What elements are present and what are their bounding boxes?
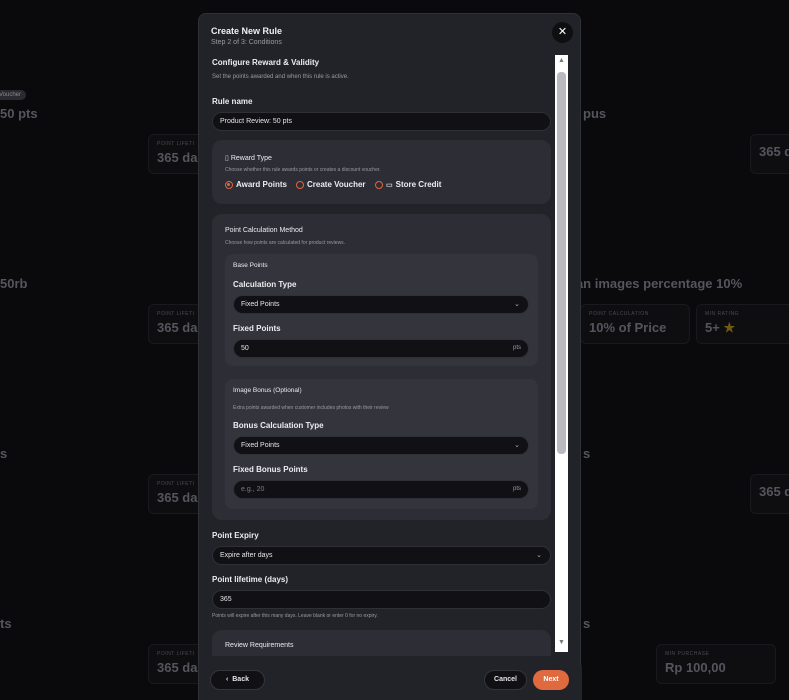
rule-name-label: Rule name [212,97,253,106]
image-bonus-panel: Image Bonus (Optional) Extra points awar… [225,379,538,509]
fixed-points-label: Fixed Points [233,324,281,333]
points-unit: pts [512,345,521,351]
fixed-points-input[interactable]: 50 pts [233,339,529,358]
section-description: Set the points awarded and when this rul… [212,74,349,80]
scroll-down-icon[interactable]: ▼ [555,639,568,646]
reward-type-description: Choose whether this rule awards points o… [225,167,381,173]
background-card: MIN PURCHASE Rp 100,00 [656,644,776,684]
back-button[interactable]: ‹ Back [210,670,265,690]
point-lifetime-input[interactable]: 365 [212,590,551,609]
point-lifetime-label: Point lifetime (days) [212,575,289,584]
scrollbar[interactable]: ▲ ▼ [555,55,568,652]
radio-award-points[interactable]: Award Points [225,180,287,189]
background-title: 50rb [0,276,28,291]
background-title: s [583,616,591,631]
radio-store-credit[interactable]: ▭ Store Credit [375,180,441,189]
fixed-bonus-points-label: Fixed Bonus Points [233,465,308,474]
fixed-bonus-points-input[interactable]: e.g., 20 pts [233,480,529,499]
review-requirements-panel: Review Requirements [212,630,551,656]
scrollbar-thumb[interactable] [557,72,566,454]
calculation-type-label: Calculation Type [233,280,297,289]
bonus-calculation-type-label: Bonus Calculation Type [233,421,324,430]
rule-name-input[interactable]: Product Review: 50 pts [212,112,551,131]
point-expiry-label: Point Expiry [212,531,259,540]
base-points-title: Base Points [233,262,268,269]
reward-type-title: Reward Type [230,155,272,162]
background-title: 50 pts [0,106,38,121]
point-calculation-description: Choose how points are calculated for pro… [225,240,346,246]
chevron-down-icon: ⌄ [514,301,520,308]
close-button[interactable]: ✕ [552,22,573,43]
review-requirements-title: Review Requirements [225,642,294,649]
reward-type-panel: ▯ Reward Type Choose whether this rule a… [212,140,551,204]
chevron-down-icon: ⌄ [536,552,542,559]
background-card: POINT CALCULATION 10% of Price [580,304,690,344]
background-pill: Voucher [0,90,27,100]
chevron-left-icon: ‹ [226,676,229,683]
image-bonus-description: Extra points awarded when customer inclu… [233,405,389,411]
background-card: 365 d [750,134,789,174]
star-icon: ★ [723,320,736,335]
point-calculation-panel: Point Calculation Method Choose how poin… [212,214,551,520]
close-icon: ✕ [557,26,568,38]
chevron-down-icon: ⌄ [514,442,520,449]
scroll-up-icon[interactable]: ▲ [555,57,568,64]
reward-type-icon: ▯ [225,155,229,162]
radio-selected-icon [225,180,233,189]
bonus-calculation-type-select[interactable]: Fixed Points ⌄ [233,436,529,455]
background-title: gan images percentage 10% [568,276,743,291]
create-rule-modal: Create New Rule Step 2 of 3: Conditions … [198,13,582,700]
modal-subtitle: Step 2 of 3: Conditions [211,39,282,46]
point-calculation-title: Point Calculation Method [225,227,303,234]
point-expiry-select[interactable]: Expire after days ⌄ [212,546,551,565]
base-points-panel: Base Points Calculation Type Fixed Point… [225,254,538,366]
image-bonus-title: Image Bonus (Optional) [233,387,302,394]
calculation-type-select[interactable]: Fixed Points ⌄ [233,295,529,314]
modal-title: Create New Rule [211,26,283,36]
radio-icon [375,180,383,189]
credit-card-icon: ▭ [386,181,393,189]
background-title: s [583,446,591,461]
background-title: s [0,446,8,461]
points-unit: pts [512,486,521,492]
background-title: pus [583,106,607,121]
radio-icon [296,180,304,189]
modal-scroll-area[interactable]: Configure Reward & Validity Set the poin… [199,56,582,656]
section-title: Configure Reward & Validity [212,58,320,67]
background-card: 365 d [750,474,789,514]
next-button[interactable]: Next [533,670,569,690]
background-card: MIN RATING 5+ ★ [696,304,789,344]
point-lifetime-hint: Points will expire after this many days.… [212,613,378,619]
background-title: ts [0,616,12,631]
cancel-button[interactable]: Cancel [484,670,527,690]
radio-create-voucher[interactable]: Create Voucher [296,180,366,189]
